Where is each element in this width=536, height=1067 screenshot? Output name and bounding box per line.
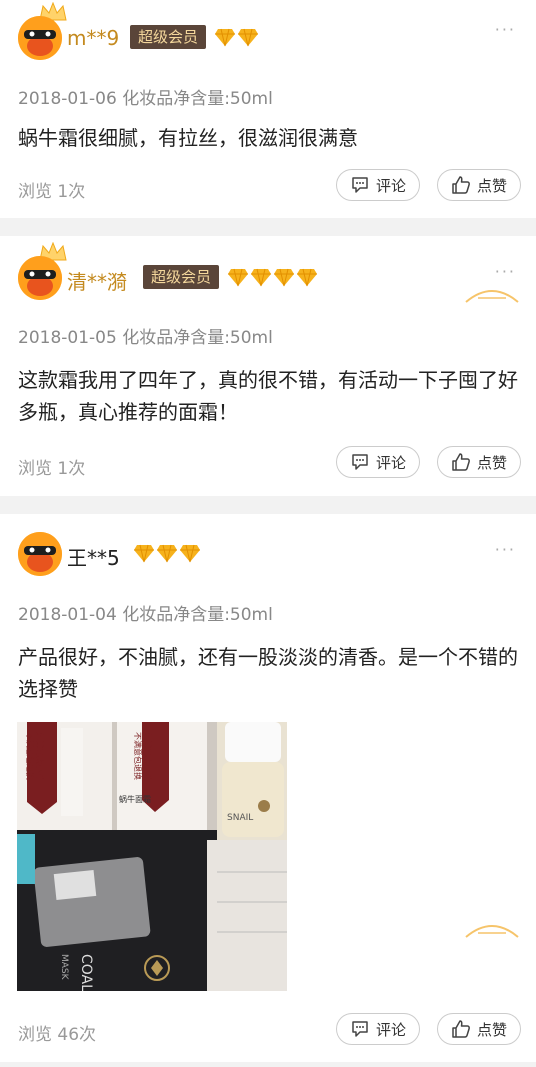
- more-options-icon[interactable]: ···: [495, 262, 516, 281]
- view-count: 浏览 1次: [18, 459, 86, 479]
- vip-badge: 超级会员: [143, 265, 220, 289]
- username[interactable]: m**9: [67, 26, 119, 50]
- gold-arc-decoration: [465, 290, 519, 303]
- comment-button[interactable]: 评论: [336, 1013, 420, 1045]
- review-content: 产品很好，不油腻，还有一股淡淡的清香。是一个不错的选择赞: [18, 645, 518, 701]
- review-meta: 2018-01-05 化妆品净含量:50ml: [18, 328, 273, 348]
- comment-label: 评论: [375, 1020, 406, 1039]
- like-button[interactable]: 点赞: [437, 446, 521, 478]
- comment-label: 评论: [375, 453, 406, 472]
- review-card: 清**漪 超级会员 ··· 2018-01-05 化妆品净含量:50ml 这款霜…: [0, 236, 536, 496]
- box-text: 先试同款小样: [143, 732, 153, 780]
- thumbs-up-icon: [452, 453, 470, 471]
- review-content: 蜗牛霜很细腻，有拉丝，很滋润很满意: [18, 126, 358, 150]
- more-options-icon[interactable]: ···: [495, 540, 516, 559]
- comment-button[interactable]: 评论: [336, 446, 420, 478]
- avatar[interactable]: [18, 532, 62, 576]
- like-label: 点赞: [476, 1020, 507, 1039]
- diamond-icon: [180, 544, 200, 563]
- username[interactable]: 王**5: [67, 542, 120, 571]
- diamond-icon: [215, 28, 235, 47]
- like-label: 点赞: [476, 176, 507, 195]
- more-options-icon[interactable]: ···: [495, 20, 516, 39]
- like-label: 点赞: [476, 453, 507, 472]
- comment-icon: [352, 454, 368, 470]
- box-text: 不满意包退换: [25, 732, 35, 780]
- diamond-icon: [228, 268, 248, 287]
- thumbs-up-icon: [452, 1020, 470, 1038]
- vip-badge: 超级会员: [130, 25, 207, 49]
- username[interactable]: 清**漪: [67, 266, 127, 295]
- avatar-mask-icon: [18, 532, 62, 576]
- view-count: 浏览 46次: [18, 1025, 97, 1045]
- comment-icon: [352, 1021, 368, 1037]
- diamond-icon: [134, 544, 154, 563]
- bag-text: COAL: [78, 954, 94, 991]
- box-text: 先试同款小样: [35, 732, 45, 780]
- jar-label: SNAIL: [227, 813, 253, 823]
- avatar-mask-icon: [18, 256, 62, 300]
- review-card: m**9 超级会员 ··· 2018-01-06 化妆品净含量:50ml 蜗牛霜…: [0, 0, 536, 218]
- diamond-icon: [297, 268, 317, 287]
- bag-text-small: MASK: [59, 954, 69, 981]
- comment-label: 评论: [375, 176, 406, 195]
- member-level-diamonds: [133, 543, 201, 565]
- review-meta: 2018-01-04 化妆品净含量:50ml: [18, 605, 273, 625]
- review-content: 这款霜我用了四年了，真的很不错，有活动一下子囤了好多瓶，真心推荐的面霜！: [18, 368, 518, 424]
- like-button[interactable]: 点赞: [437, 1013, 521, 1045]
- avatar[interactable]: [18, 2, 67, 60]
- diamond-icon: [157, 544, 177, 563]
- comment-button[interactable]: 评论: [336, 169, 420, 201]
- diamond-icon: [251, 268, 271, 287]
- gold-arc-decoration: [465, 925, 519, 938]
- comment-icon: [352, 177, 368, 193]
- review-card: 王**5 ··· 2018-01-04 化妆品净含量:50ml 产品很好，不油腻…: [0, 514, 536, 1062]
- review-photo-image: SNAIL COAL MASK 不满意包退换 先试同款小样 不满意包退换 先试同…: [17, 722, 287, 991]
- review-meta: 2018-01-06 化妆品净含量:50ml: [18, 89, 273, 109]
- view-count: 浏览 1次: [18, 182, 86, 202]
- box-product-text: 蜗牛面霜: [119, 794, 151, 804]
- member-level-diamonds: [214, 27, 259, 49]
- thumbs-up-icon: [452, 176, 470, 194]
- like-button[interactable]: 点赞: [437, 169, 521, 201]
- avatar[interactable]: [18, 242, 67, 300]
- avatar-mask-icon: [18, 16, 62, 60]
- diamond-icon: [238, 28, 258, 47]
- member-level-diamonds: [227, 267, 318, 289]
- review-photo[interactable]: SNAIL COAL MASK 不满意包退换 先试同款小样 不满意包退换 先试同…: [17, 722, 287, 991]
- box-text: 不满意包退换: [133, 732, 143, 780]
- diamond-icon: [274, 268, 294, 287]
